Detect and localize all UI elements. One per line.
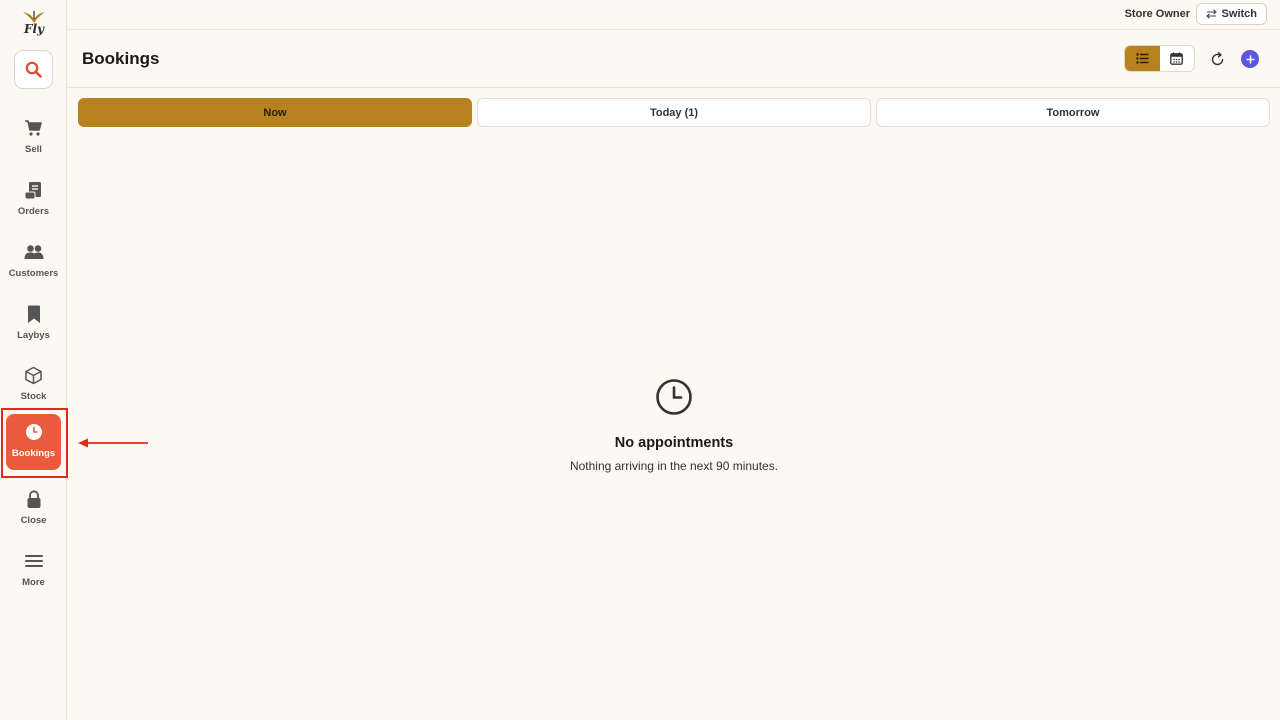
sidebar-item-label: Orders [17,206,50,217]
sidebar-item-orders[interactable]: Orders [6,172,61,228]
page-header: Bookings [67,31,1280,88]
swap-arrows-icon [1205,9,1217,19]
search-button[interactable] [14,50,53,89]
sidebar-item-label: Stock [20,391,47,402]
annotation-highlight-box [1,408,68,478]
sidebar-item-sell[interactable]: Sell [6,110,61,166]
annotation-arrow-icon [78,438,148,448]
refresh-button[interactable] [1207,49,1227,69]
tab-today[interactable]: Today (1) [477,98,871,127]
sidebar-item-label: Customers [8,268,59,279]
sidebar-item-label: Sell [25,144,42,155]
sidebar-item-label: Laybys [17,330,50,341]
logo-text: Fly [23,22,45,36]
app-root: Fly Sell Orders Customers Laybys Stock B… [0,0,1280,720]
sidebar-item-label: Close [20,515,47,526]
plus-icon [1245,54,1255,64]
list-icon [1136,53,1149,64]
lock-icon [24,489,44,509]
box-icon [24,365,44,385]
empty-state-message: Nothing arriving in the next 90 minutes. [569,459,779,473]
tab-tomorrow[interactable]: Tomorrow [876,98,1270,127]
bookmark-icon [24,304,44,324]
clock-icon [656,379,692,415]
app-logo[interactable]: Fly [20,8,48,40]
sidebar-item-close[interactable]: Close [6,481,61,537]
switch-user-button[interactable]: Switch [1195,3,1267,25]
list-view-button[interactable] [1125,46,1160,71]
switch-label: Switch [1221,8,1257,20]
view-toggle [1124,45,1195,72]
sidebar-item-stock[interactable]: Stock [6,357,61,413]
sidebar-item-laybys[interactable]: Laybys [6,296,61,352]
empty-state-title: No appointments [614,435,734,451]
sidebar: Fly Sell Orders Customers Laybys Stock B… [0,0,67,720]
sidebar-item-more[interactable]: More [6,543,61,599]
cart-icon [24,118,44,138]
tab-now[interactable]: Now [78,98,472,127]
refresh-icon [1211,51,1223,65]
users-icon [24,242,44,262]
add-booking-button[interactable] [1241,50,1259,68]
user-role-label: Store Owner [1124,8,1190,20]
empty-state: No appointments Nothing arriving in the … [474,378,874,473]
sidebar-item-customers[interactable]: Customers [6,234,61,290]
sidebar-item-label: More [22,577,45,588]
receipt-icon [24,180,44,200]
menu-icon [24,551,44,571]
top-bar: Store Owner Switch [67,0,1280,30]
calendar-icon [1170,52,1184,65]
calendar-view-button[interactable] [1160,46,1195,71]
search-icon [25,61,42,78]
page-title: Bookings [82,49,160,68]
